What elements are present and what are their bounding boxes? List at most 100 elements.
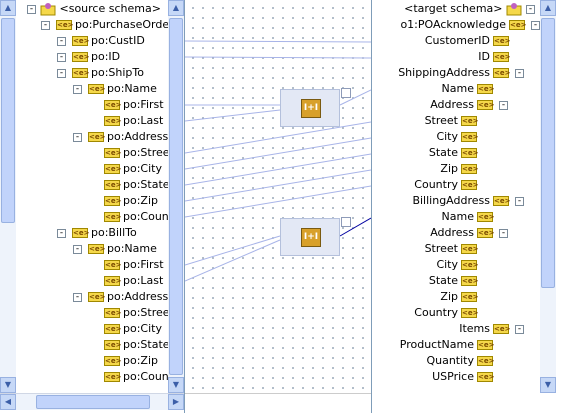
collapse-toggle-icon[interactable]: - bbox=[57, 69, 66, 78]
scroll-right-arrow-icon[interactable]: ▶ bbox=[168, 394, 184, 410]
scroll-left-arrow-icon[interactable]: ◀ bbox=[0, 394, 16, 410]
schema-node[interactable]: ID <e> bbox=[478, 49, 512, 65]
schema-node[interactable]: Address <e> bbox=[430, 97, 496, 113]
link-ship-last[interactable] bbox=[185, 109, 281, 122]
link-city[interactable] bbox=[185, 137, 371, 170]
schema-node[interactable]: Name <e> bbox=[442, 81, 496, 97]
function-output-tab[interactable] bbox=[341, 217, 351, 227]
scroll-thumb[interactable] bbox=[541, 18, 555, 288]
collapse-toggle-icon[interactable]: - bbox=[515, 69, 524, 78]
collapse-toggle-icon[interactable]: - bbox=[41, 21, 50, 30]
schema-node[interactable]: <e> po:Zip bbox=[101, 193, 158, 209]
collapse-toggle-icon[interactable]: - bbox=[57, 229, 66, 238]
schema-node[interactable]: <e> po:PurchaseOrder bbox=[53, 17, 174, 33]
schema-node[interactable]: State <e> bbox=[429, 273, 480, 289]
schema-node[interactable]: <e> po:Address bbox=[85, 129, 168, 145]
source-schema-pane[interactable]: ▲ ▼ <source schema> - <e> po:PurchaseOrder -… bbox=[0, 0, 185, 413]
schema-node[interactable]: CustomerID <e> bbox=[425, 33, 512, 49]
element-icon: <e> bbox=[461, 132, 479, 142]
schema-node[interactable]: <e> po:First bbox=[101, 257, 164, 273]
schema-node[interactable]: <e> po:BillTo bbox=[69, 225, 137, 241]
collapse-toggle-icon[interactable]: - bbox=[515, 197, 524, 206]
scroll-up-arrow-icon[interactable]: ▲ bbox=[0, 0, 16, 16]
scroll-thumb[interactable] bbox=[36, 395, 150, 409]
collapse-toggle-icon[interactable]: - bbox=[27, 5, 36, 14]
schema-node[interactable]: BillingAddress <e> bbox=[412, 193, 512, 209]
link-state[interactable] bbox=[185, 153, 371, 186]
schema-node[interactable]: State <e> bbox=[429, 145, 480, 161]
schema-node[interactable]: ProductName <e> bbox=[400, 337, 496, 353]
target-root-label: <target schema> bbox=[404, 2, 503, 15]
scroll-up-arrow-icon[interactable]: ▲ bbox=[540, 0, 556, 16]
schema-node[interactable]: Street <e> bbox=[425, 113, 480, 129]
collapse-toggle-icon[interactable]: - bbox=[73, 133, 82, 142]
schema-node[interactable]: <e> po:ShipTo bbox=[69, 65, 144, 81]
scroll-down-arrow-icon[interactable]: ▼ bbox=[540, 377, 556, 393]
schema-node[interactable]: <e> po:Address bbox=[85, 289, 168, 305]
source-right-scrollbar[interactable]: ▲ ▼ bbox=[168, 0, 184, 393]
schema-node[interactable]: <e> po:Street bbox=[101, 305, 174, 321]
scroll-thumb[interactable] bbox=[1, 18, 15, 223]
collapse-toggle-icon[interactable]: - bbox=[73, 245, 82, 254]
schema-node[interactable]: City <e> bbox=[436, 129, 480, 145]
collapse-toggle-icon[interactable]: - bbox=[531, 21, 540, 30]
schema-node[interactable]: <e> po:First bbox=[101, 97, 164, 113]
concat-function-bill[interactable]: I+I bbox=[280, 217, 351, 256]
schema-node[interactable]: Address <e> bbox=[430, 225, 496, 241]
schema-node[interactable]: Zip <e> bbox=[440, 161, 480, 177]
target-vertical-scrollbar[interactable]: ▲ ▼ bbox=[540, 0, 556, 393]
link-street[interactable] bbox=[185, 121, 371, 154]
collapse-toggle-icon[interactable]: - bbox=[515, 325, 524, 334]
collapse-toggle-icon[interactable]: - bbox=[73, 293, 82, 302]
link-zip[interactable] bbox=[185, 169, 371, 202]
schema-node[interactable]: <e> po:City bbox=[101, 161, 162, 177]
schema-node[interactable]: <e> po:Name bbox=[85, 241, 157, 257]
mapping-canvas[interactable]: I+I I+I bbox=[185, 0, 371, 393]
collapse-toggle-icon[interactable]: - bbox=[57, 37, 66, 46]
schema-node[interactable]: <e> po:Street bbox=[101, 145, 174, 161]
scroll-thumb[interactable] bbox=[169, 18, 183, 375]
element-icon: <e> bbox=[104, 340, 122, 350]
schema-node[interactable]: Street <e> bbox=[425, 241, 480, 257]
schema-node[interactable]: <e> po:State bbox=[101, 337, 170, 353]
link-country[interactable] bbox=[185, 185, 371, 218]
schema-node[interactable]: ShippingAddress <e> bbox=[398, 65, 512, 81]
schema-node[interactable]: Items <e> bbox=[459, 321, 512, 337]
link-id[interactable] bbox=[185, 56, 371, 59]
element-icon: <e> bbox=[104, 196, 122, 206]
scroll-down-arrow-icon[interactable]: ▼ bbox=[0, 377, 16, 393]
target-root[interactable]: <target schema> bbox=[404, 1, 522, 17]
source-vertical-scrollbar[interactable]: ▲ ▼ bbox=[0, 0, 16, 393]
node-label: po:Street bbox=[123, 146, 174, 159]
schema-node[interactable]: <e> po:State bbox=[101, 177, 170, 193]
source-root[interactable]: <source schema> bbox=[40, 1, 161, 17]
schema-node[interactable]: City <e> bbox=[436, 257, 480, 273]
concat-function-ship[interactable]: I+I bbox=[280, 88, 351, 127]
collapse-toggle-icon[interactable]: - bbox=[57, 53, 66, 62]
scroll-up-arrow-icon[interactable]: ▲ bbox=[168, 0, 184, 16]
schema-node[interactable]: <e> po:City bbox=[101, 321, 162, 337]
schema-node[interactable]: Quantity <e> bbox=[426, 353, 496, 369]
element-icon: <e> bbox=[104, 180, 122, 190]
target-schema-pane[interactable]: <target schema> - o1:POAcknowledge <e> - Cus… bbox=[371, 0, 561, 413]
schema-node[interactable]: <e> po:CustID bbox=[69, 33, 145, 49]
schema-node[interactable]: Zip <e> bbox=[440, 289, 480, 305]
schema-node[interactable]: <e> po:Last bbox=[101, 113, 163, 129]
schema-node[interactable]: <e> po:Name bbox=[85, 81, 157, 97]
source-horizontal-scrollbar[interactable]: ◀ ▶ bbox=[0, 393, 184, 410]
schema-node[interactable]: <e> po:Zip bbox=[101, 353, 158, 369]
schema-node[interactable]: o1:POAcknowledge <e> bbox=[400, 17, 528, 33]
schema-node[interactable]: <e> po:Last bbox=[101, 273, 163, 289]
schema-node[interactable]: <e> po:ID bbox=[69, 49, 120, 65]
schema-node[interactable]: USPrice <e> bbox=[432, 369, 496, 385]
schema-node[interactable]: Country <e> bbox=[414, 177, 480, 193]
collapse-toggle-icon[interactable]: - bbox=[499, 101, 508, 110]
collapse-toggle-icon[interactable]: - bbox=[73, 85, 82, 94]
schema-node[interactable]: Name <e> bbox=[442, 209, 496, 225]
schema-node[interactable]: Country <e> bbox=[414, 305, 480, 321]
collapse-toggle-icon[interactable]: - bbox=[526, 5, 535, 14]
function-output-tab[interactable] bbox=[341, 88, 351, 98]
collapse-toggle-icon[interactable]: - bbox=[499, 229, 508, 238]
link-custid[interactable] bbox=[185, 40, 371, 43]
scroll-down-arrow-icon[interactable]: ▼ bbox=[168, 377, 184, 393]
